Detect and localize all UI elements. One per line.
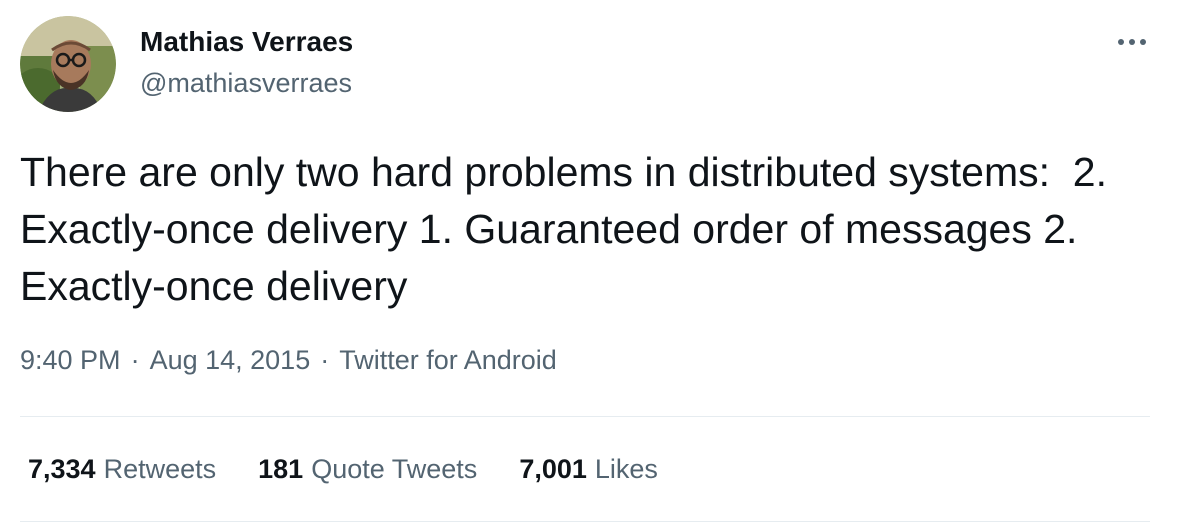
more-options-button[interactable]: [1112, 26, 1152, 58]
engagement-stats: 7,334 Retweets 181 Quote Tweets 7,001 Li…: [28, 454, 700, 485]
tweet-metadata: 9:40 PM · Aug 14, 2015 · Twitter for And…: [20, 345, 557, 376]
likes-count: 7,001: [519, 454, 587, 484]
author-name[interactable]: Mathias Verraes: [140, 26, 353, 58]
likes-label: Likes: [594, 454, 658, 484]
retweets-count: 7,334: [28, 454, 96, 484]
quote-tweets-stat[interactable]: 181 Quote Tweets: [258, 454, 477, 485]
retweets-label: Retweets: [103, 454, 217, 484]
author-handle[interactable]: @mathiasverraes: [140, 68, 352, 99]
likes-stat[interactable]: 7,001 Likes: [519, 454, 658, 485]
divider: [20, 521, 1150, 522]
retweets-stat[interactable]: 7,334 Retweets: [28, 454, 216, 485]
tweet-date[interactable]: Aug 14, 2015: [150, 345, 311, 376]
avatar[interactable]: [20, 16, 116, 112]
tweet-time[interactable]: 9:40 PM: [20, 345, 121, 376]
meta-separator: ·: [130, 345, 140, 375]
more-horizontal-icon: [1118, 39, 1146, 45]
avatar-photo: [20, 16, 116, 112]
quote-tweets-label: Quote Tweets: [311, 454, 478, 484]
tweet-source[interactable]: Twitter for Android: [339, 345, 557, 376]
quote-tweets-count: 181: [258, 454, 304, 484]
meta-separator: ·: [320, 345, 330, 375]
divider: [20, 416, 1150, 417]
tweet-card: Mathias Verraes @mathiasverraes There ar…: [0, 0, 1182, 532]
tweet-text: There are only two hard problems in dist…: [20, 149, 1119, 309]
